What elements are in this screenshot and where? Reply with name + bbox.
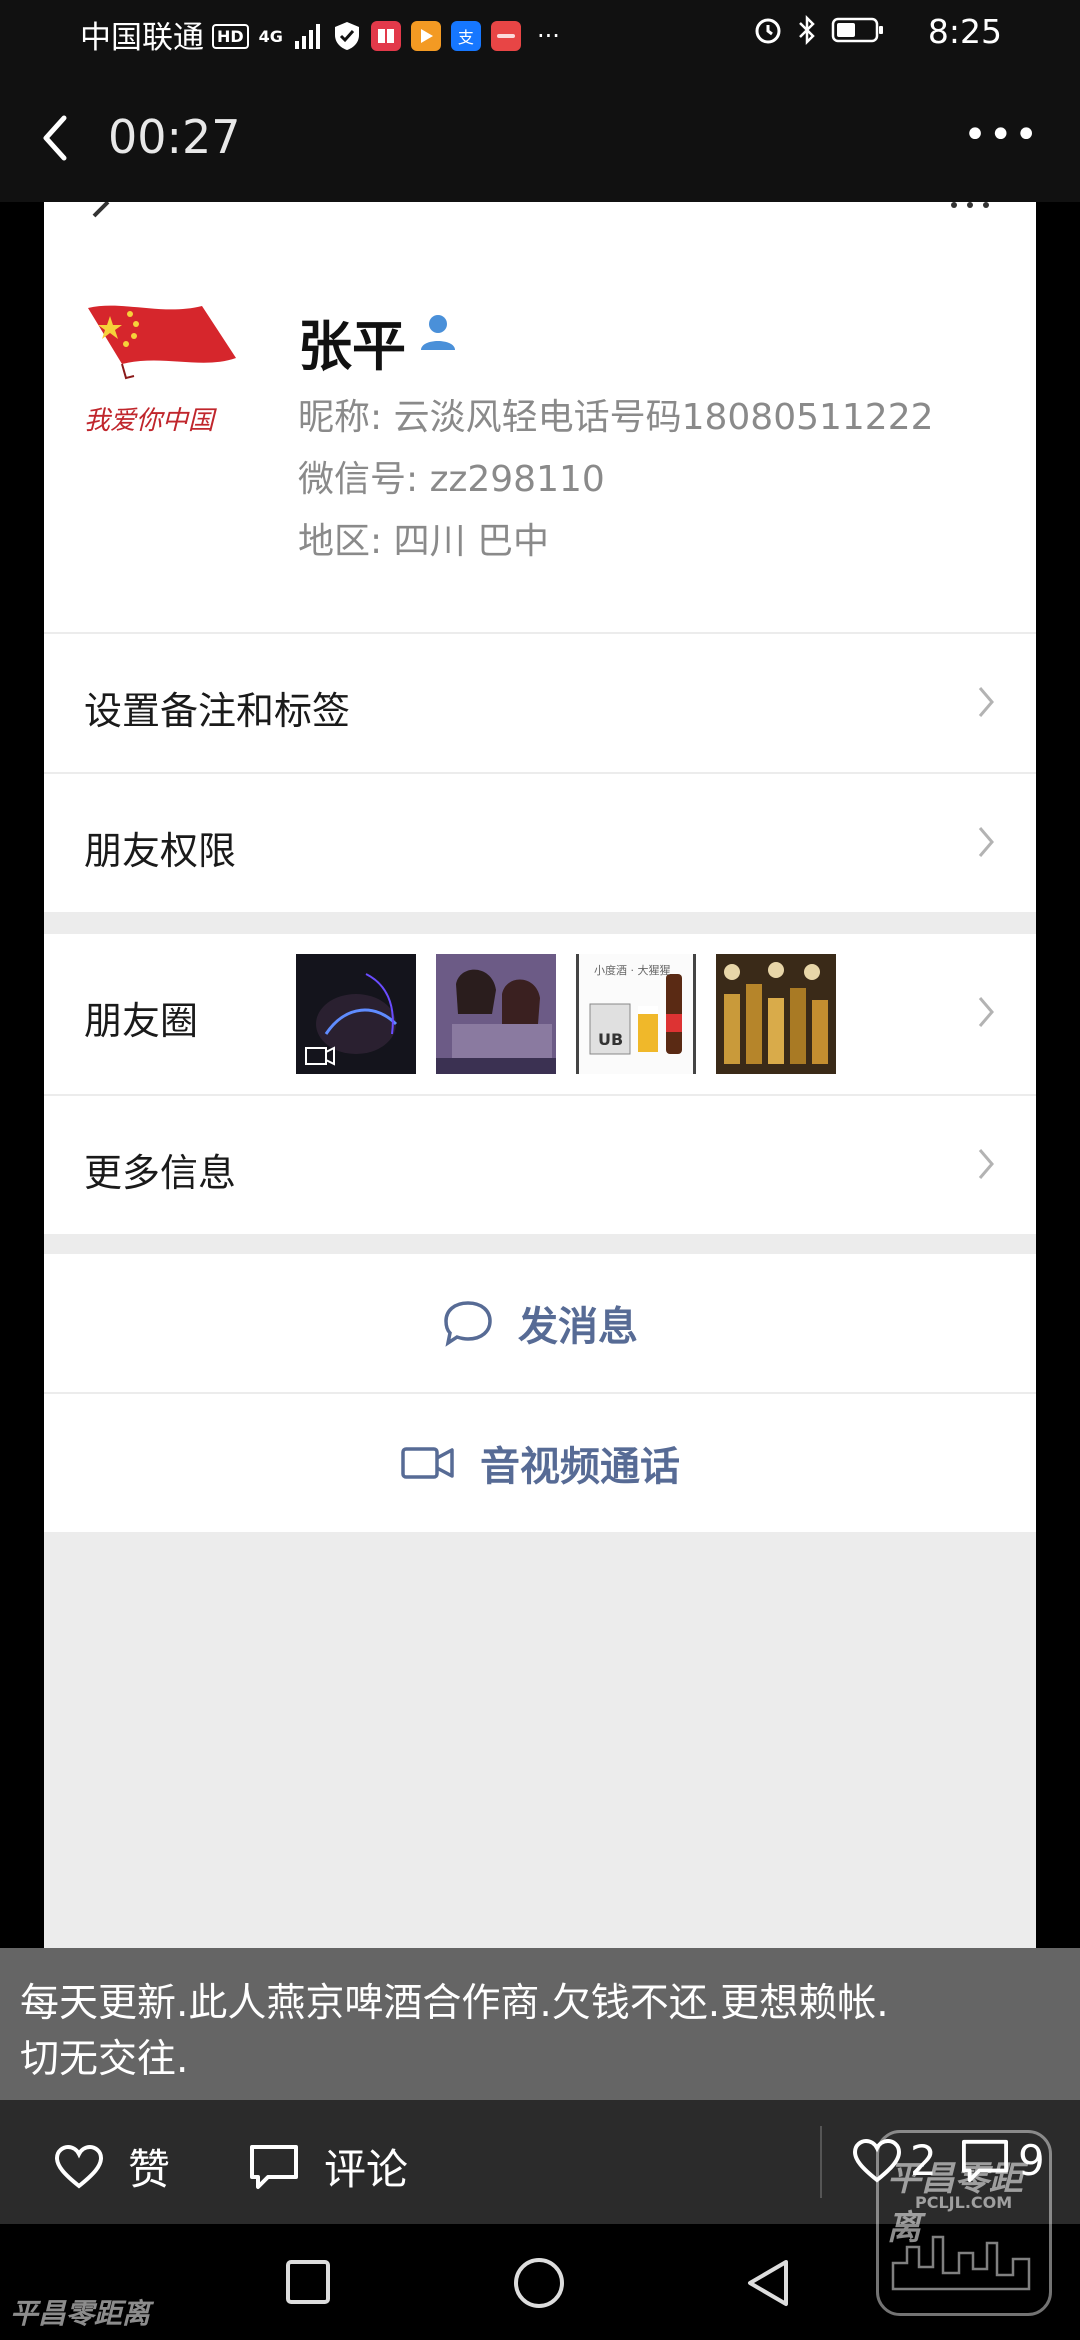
comment-icon [250,2144,298,2189]
send-message-button[interactable]: 发消息 [44,1254,1036,1392]
more-info-label: 更多信息 [84,1151,237,1195]
beer-ad-text: 小度酒 · 大猩猩 [594,964,671,977]
person-icon [421,315,455,350]
video-caption: 每天更新.此人燕京啤酒合作商.欠钱不还.更想赖帐. 切无交往. [0,1948,1080,2100]
more-dots: ··· [536,22,560,50]
comment-button[interactable]: 评论 [248,2136,408,2197]
beer-ad-thumb[interactable]: 小度酒 · 大猩猩 UB [576,954,696,1074]
status-icons: HD 4G 支 ··· [212,10,560,62]
chat-bubble-icon [444,1301,492,1347]
video-header: 00:27 ••• [0,72,1080,202]
chevron-right-icon [978,997,994,1027]
caption-line-2: 切无交往. [20,2037,189,2082]
skyline-icon [891,2235,1031,2291]
av-call-button[interactable]: 音视频通话 [44,1394,1036,1532]
partial-back-icon [92,202,110,218]
network-label: 4G [258,26,283,46]
watermark-logo: 平昌零距离 PCLJL.COM [876,2130,1052,2316]
back-arrow-icon[interactable] [30,108,80,168]
chevron-right-icon [978,827,994,857]
video-call-icon [401,1447,454,1479]
home-icon[interactable] [512,2256,566,2310]
avatar[interactable]: 我爱你中国 [82,298,240,456]
alarm-icon [755,18,781,44]
status-bar: 中国联通 HD 4G 支 ··· 8:25 [0,0,1080,72]
watermark-site: PCLJL.COM [915,2193,1013,2212]
nickname-text: 昵称: 云淡风轻电话号码18080511222 [298,397,934,438]
wechat-id-text: 微信号: zz298110 [298,459,605,500]
watermark-brand-left: 平昌零距离 [10,2297,151,2330]
avatar-caption: 我爱你中国 [84,406,215,436]
video-app-icon [410,21,441,51]
heart-icon [54,2144,104,2189]
more-info-row[interactable]: 更多信息 [44,1096,1036,1234]
carrier-label: 中国联通 [80,20,204,56]
send-message-label: 发消息 [518,1304,638,1350]
divider [820,2126,822,2198]
profile-card: 我爱你中国 张平 昵称: 云淡风轻电话号码18080511222 微信号: zz… [44,202,1036,1948]
signal-icon [294,24,320,49]
friend-permissions-row[interactable]: 朋友权限 [44,774,1036,912]
profile-header: 我爱你中国 张平 昵称: 云淡风轻电话号码18080511222 微信号: zz… [44,202,1036,632]
contact-name: 张平 [298,315,406,378]
video-elapsed-time: 00:27 [108,110,241,164]
comment-label: 评论 [324,2145,409,2194]
recents-icon[interactable] [284,2258,332,2306]
video-thumb[interactable] [296,954,416,1074]
like-label: 赞 [128,2145,171,2194]
beer-ad-label: UB [598,1030,624,1049]
chevron-right-icon [978,687,994,717]
moments-label: 朋友圈 [84,999,199,1043]
bottles-thumb[interactable] [716,954,836,1074]
av-call-label: 音视频通话 [480,1444,680,1490]
bluetooth-icon [799,14,815,46]
status-right-icons [753,14,885,46]
friend-permissions-label: 朋友权限 [84,829,237,873]
people-thumb[interactable] [436,954,556,1074]
hd-badge: HD [212,23,249,49]
huawei-app-icon [490,21,521,51]
moments-row[interactable]: 朋友圈 小度酒 · 大猩猩 UB [44,934,1036,1094]
partial-more-icon [951,202,989,208]
more-options-button[interactable]: ••• [963,112,1040,158]
region-text: 地区: 四川 巴中 [298,521,550,562]
alipay-icon: 支 [450,21,481,51]
remark-tags-row[interactable]: 设置备注和标签 [44,634,1036,772]
back-triangle-icon[interactable] [742,2256,794,2310]
shield-icon [334,22,359,50]
book-app-icon [370,21,401,51]
chevron-right-icon [978,1149,994,1179]
caption-line-1: 每天更新.此人燕京啤酒合作商.欠钱不还.更想赖帐. [20,1981,889,2026]
clock: 8:25 [927,12,1002,51]
remark-tags-label: 设置备注和标签 [84,689,351,733]
like-button[interactable]: 赞 [54,2136,170,2197]
battery-icon [831,17,883,43]
